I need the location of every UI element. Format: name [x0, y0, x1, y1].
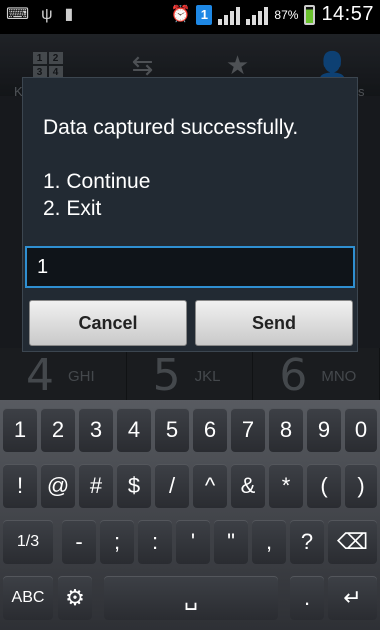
dialog-buttons: Cancel Send [29, 300, 353, 346]
key[interactable]: ? [290, 520, 324, 564]
key[interactable]: ' [176, 520, 210, 564]
key[interactable]: 1 [3, 408, 37, 452]
key[interactable]: $ [117, 464, 151, 508]
usb-icon: ψ [41, 6, 53, 23]
status-left: ⌨ ψ ▮ [6, 7, 73, 23]
space-icon: ␣ [184, 585, 198, 610]
ussd-dialog: Data captured successfully. 1. Continue … [22, 77, 358, 352]
key[interactable]: ! [3, 464, 37, 508]
key[interactable]: 0 [345, 408, 377, 452]
response-input[interactable]: 1 [25, 246, 355, 288]
notification-badge: 1 [196, 4, 213, 25]
alarm-icon: ⏰ [170, 5, 191, 23]
soft-keyboard: 1 2 3 4 5 6 7 8 9 0 ! @ # $ / ^ & * ( ) … [0, 400, 380, 630]
key[interactable]: : [138, 520, 172, 564]
send-button[interactable]: Send [195, 300, 353, 346]
keyboard-row-1: 1 2 3 4 5 6 7 8 9 0 [0, 408, 380, 456]
key[interactable]: 8 [269, 408, 303, 452]
key[interactable]: , [252, 520, 286, 564]
battery-percent: 87% [274, 7, 299, 22]
keyboard-row-3: 1/3 - ; : ' " , ? ⌫ [0, 520, 380, 568]
clock: 14:57 [321, 3, 374, 25]
key[interactable]: 5 [155, 408, 189, 452]
enter-key[interactable]: ↵ [328, 576, 377, 620]
key[interactable]: # [79, 464, 113, 508]
sim-icon: ▮ [64, 6, 74, 23]
battery-icon [304, 4, 316, 25]
status-right: ⏰ 1 87% 14:57 [170, 3, 374, 26]
status-bar: ⌨ ψ ▮ ⏰ 1 87% 14:57 [0, 0, 380, 34]
key[interactable]: 9 [307, 408, 341, 452]
keyboard-icon: ⌨ [6, 6, 30, 23]
key[interactable]: * [269, 464, 303, 508]
key[interactable]: 2 [41, 408, 75, 452]
key[interactable]: 6 [193, 408, 227, 452]
signal-icon [218, 5, 241, 25]
key[interactable]: 7 [231, 408, 265, 452]
enter-icon: ↵ [343, 585, 362, 610]
signal-icon-2 [246, 5, 269, 25]
key[interactable]: 3 [79, 408, 113, 452]
key[interactable]: . [290, 576, 324, 620]
key[interactable]: ^ [193, 464, 227, 508]
cancel-button[interactable]: Cancel [29, 300, 187, 346]
key[interactable]: / [155, 464, 189, 508]
key[interactable]: - [62, 520, 96, 564]
key[interactable]: & [231, 464, 265, 508]
dialog-message: Data captured successfully. 1. Continue … [43, 116, 299, 220]
key[interactable]: ) [345, 464, 377, 508]
abc-key[interactable]: ABC [3, 576, 53, 620]
key[interactable]: ( [307, 464, 341, 508]
keyboard-row-4: ABC ⚙ ␣ . ↵ [0, 576, 380, 624]
space-key[interactable]: ␣ [104, 576, 278, 620]
key[interactable]: @ [41, 464, 75, 508]
key[interactable]: " [214, 520, 248, 564]
key[interactable]: 4 [117, 408, 151, 452]
key[interactable]: ; [100, 520, 134, 564]
settings-key[interactable]: ⚙ [58, 576, 92, 620]
gear-icon: ⚙ [65, 585, 85, 610]
symbol-page-key[interactable]: 1/3 [3, 520, 53, 564]
keyboard-row-2: ! @ # $ / ^ & * ( ) [0, 464, 380, 512]
backspace-key[interactable]: ⌫ [328, 520, 377, 564]
